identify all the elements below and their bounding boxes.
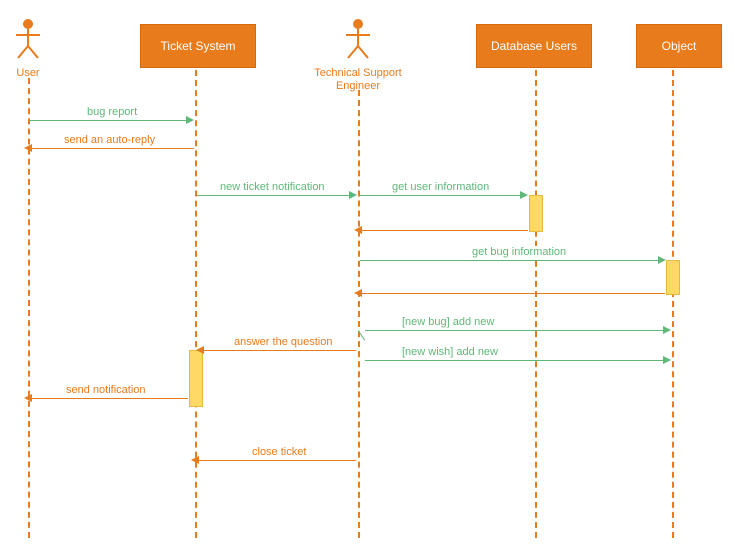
message-get-user-info-label: get user information <box>390 181 491 193</box>
message-get-bug-info-label: get bug information <box>470 246 568 258</box>
stick-figure-icon <box>14 18 42 60</box>
message-new-wish <box>365 360 665 361</box>
message-return-bug-info <box>362 293 665 294</box>
actor-engineer: Technical SupportEngineer <box>310 18 406 93</box>
arrowhead-icon <box>349 191 357 199</box>
arrowhead-icon <box>520 191 528 199</box>
arrowhead-icon <box>663 326 671 334</box>
lifeline-engineer <box>358 90 360 538</box>
activation-ticket-system <box>189 350 203 407</box>
arrowhead-icon <box>196 346 204 354</box>
participant-database-users: Database Users <box>476 24 592 68</box>
message-new-ticket-label: new ticket notification <box>218 181 327 193</box>
participant-database-users-label: Database Users <box>491 39 577 53</box>
arrowhead-icon <box>663 356 671 364</box>
arrowhead-icon <box>191 456 199 464</box>
participant-object: Object <box>636 24 722 68</box>
message-bug-report <box>30 120 188 121</box>
message-send-notification <box>32 398 188 399</box>
activation-database-users <box>529 195 543 232</box>
lifeline-database-users <box>535 70 537 538</box>
message-answer-question <box>204 350 356 351</box>
message-get-user-info <box>360 195 522 196</box>
message-answer-question-label: answer the question <box>232 336 334 348</box>
message-auto-reply <box>32 148 194 149</box>
actor-user: User <box>14 18 42 79</box>
message-get-bug-info <box>360 260 660 261</box>
arrowhead-icon <box>186 116 194 124</box>
message-new-bug <box>365 330 665 331</box>
message-new-bug-label: [new bug] add new <box>400 316 496 328</box>
message-send-notification-label: send notification <box>64 384 148 396</box>
arrowhead-icon <box>354 289 362 297</box>
message-new-ticket <box>197 195 351 196</box>
arrowhead-icon <box>354 226 362 234</box>
arrowhead-icon <box>24 394 32 402</box>
message-close-ticket-label: close ticket <box>250 446 308 458</box>
participant-object-label: Object <box>662 39 697 53</box>
sequence-diagram: User Ticket System Technical SupportEngi… <box>0 0 735 552</box>
activation-object <box>666 260 680 295</box>
participant-ticket-system: Ticket System <box>140 24 256 68</box>
message-auto-reply-label: send an auto-reply <box>62 134 157 146</box>
stick-figure-icon <box>344 18 372 60</box>
message-bug-report-label: bug report <box>85 106 139 118</box>
lifeline-object <box>672 70 674 538</box>
participant-ticket-system-label: Ticket System <box>161 39 236 53</box>
arrowhead-icon <box>658 256 666 264</box>
message-close-ticket <box>199 460 356 461</box>
lifeline-ticket-system <box>195 70 197 538</box>
message-return-user-info <box>362 230 528 231</box>
arrowhead-icon <box>24 144 32 152</box>
message-new-wish-label: [new wish] add new <box>400 346 500 358</box>
